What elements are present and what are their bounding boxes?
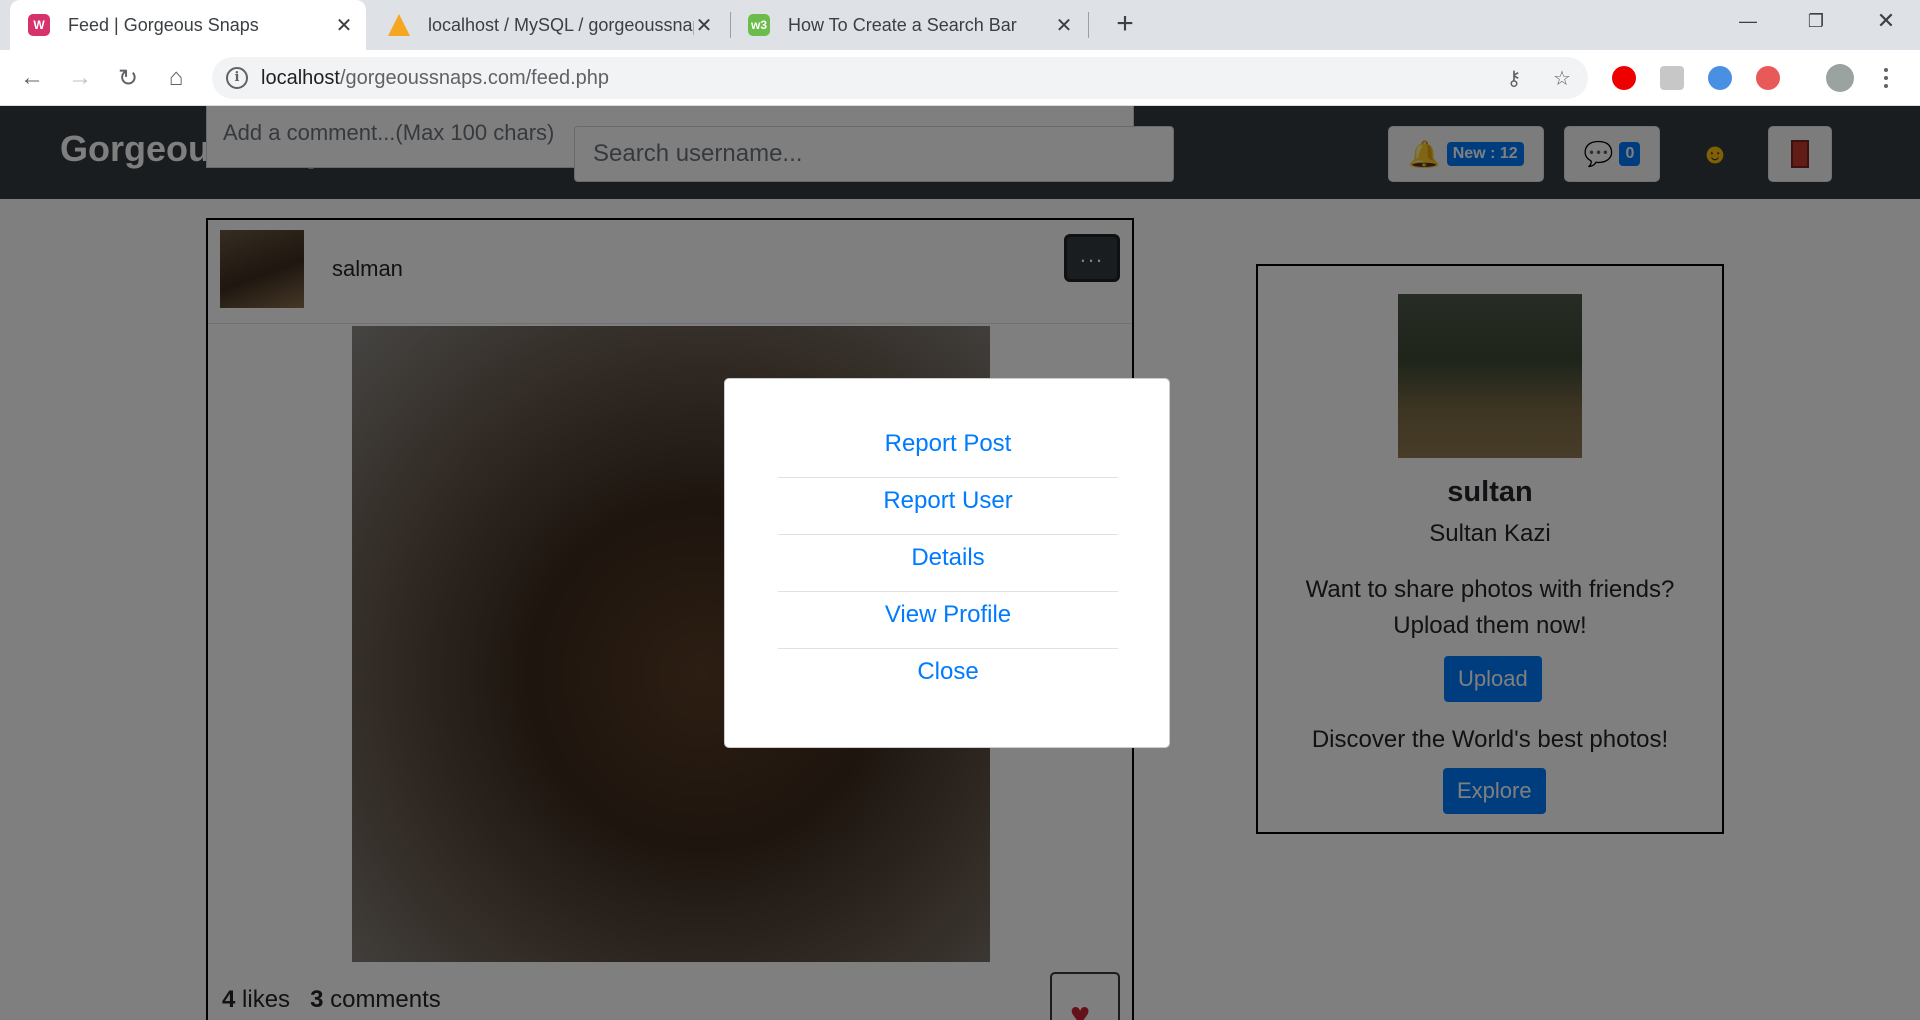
browser-tabstrip: W Feed | Gorgeous Snaps ✕ localhost / My… [0, 0, 1920, 50]
close-tab-icon[interactable]: ✕ [334, 13, 354, 38]
web-page: Gorgeous Snaps Add a comment...(Max 100 … [0, 106, 1920, 1020]
reload-icon[interactable]: ↻ [110, 60, 146, 96]
url-path: /gorgeoussnaps.com/feed.php [339, 67, 610, 89]
report-user-option[interactable]: Report User [778, 478, 1118, 535]
browser-menu-icon[interactable] [1876, 62, 1896, 94]
browser-tab-feed[interactable]: W Feed | Gorgeous Snaps ✕ [10, 0, 366, 50]
bookmark-star-icon[interactable]: ☆ [1550, 67, 1574, 91]
close-tab-icon[interactable]: ✕ [694, 13, 714, 38]
key-icon[interactable]: ⚷ [1502, 67, 1526, 91]
browser-tab-phpmyadmin[interactable]: localhost / MySQL / gorgeoussnaps ✕ [370, 0, 726, 50]
close-tab-icon[interactable]: ✕ [1054, 13, 1074, 38]
shield-extension-icon[interactable] [1756, 66, 1780, 90]
phpmyadmin-favicon-icon [388, 14, 410, 36]
tab-title: localhost / MySQL / gorgeoussnaps [428, 14, 694, 35]
tab-title: Feed | Gorgeous Snaps [68, 14, 259, 35]
site-info-icon[interactable]: i [226, 67, 248, 89]
new-tab-icon[interactable]: + [1108, 8, 1142, 42]
close-window-icon[interactable]: ✕ [1858, 0, 1914, 42]
w3schools-favicon-icon: w3 [748, 14, 770, 36]
post-options-list: Report Post Report User Details View Pro… [778, 421, 1118, 706]
tab-title: How To Create a Search Bar [788, 14, 1017, 35]
browser-tab-w3schools[interactable]: w3 How To Create a Search Bar ✕ [730, 0, 1086, 50]
details-option[interactable]: Details [778, 535, 1118, 592]
url-host: localhost [261, 67, 340, 89]
close-option[interactable]: Close [778, 649, 1118, 706]
globe-extension-icon[interactable] [1708, 66, 1732, 90]
wamp-favicon-icon: W [28, 14, 50, 36]
profile-avatar-icon[interactable] [1826, 64, 1854, 92]
forward-icon[interactable]: → [62, 60, 98, 96]
home-icon[interactable]: ⌂ [158, 60, 194, 96]
tab-separator [1088, 12, 1089, 38]
address-bar[interactable]: i localhost/gorgeoussnaps.com/feed.php ⚷… [212, 57, 1588, 99]
restore-window-icon[interactable]: ❐ [1788, 0, 1844, 42]
cube-extension-icon[interactable] [1660, 66, 1684, 90]
adblock-extension-icon[interactable] [1612, 66, 1636, 90]
address-url: localhost/gorgeoussnaps.com/feed.php [261, 67, 609, 90]
back-icon[interactable]: ← [14, 60, 50, 96]
post-options-modal: Report Post Report User Details View Pro… [724, 378, 1170, 748]
minimize-window-icon[interactable]: — [1720, 0, 1776, 42]
report-post-option[interactable]: Report Post [778, 421, 1118, 478]
view-profile-option[interactable]: View Profile [778, 592, 1118, 649]
